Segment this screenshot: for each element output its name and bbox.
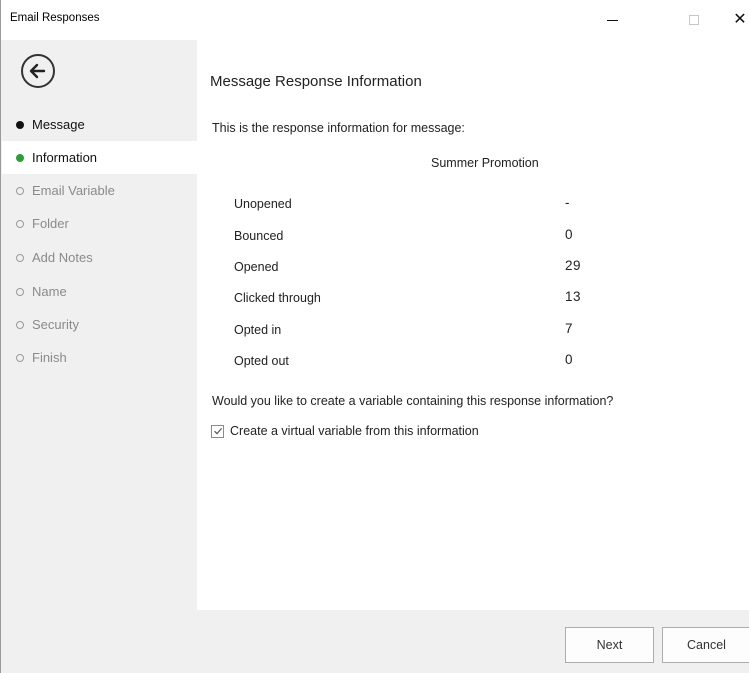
step-pending-bullet xyxy=(16,353,24,362)
stat-value-unopened: - xyxy=(565,195,570,210)
back-button[interactable] xyxy=(21,54,55,88)
checkmark-icon xyxy=(213,428,222,435)
stat-label-clicked-through: Clicked through xyxy=(234,291,321,305)
response-info-panel: Message Response Information This is the… xyxy=(197,40,749,610)
maximize-button[interactable] xyxy=(671,0,717,40)
sidebar-item-label: Information xyxy=(32,150,98,165)
step-pending-bullet xyxy=(16,320,24,329)
maximize-icon xyxy=(689,15,699,25)
stat-label-unopened: Unopened xyxy=(234,197,292,211)
sidebar-item-label: Folder xyxy=(32,216,69,231)
close-button[interactable]: ✕ xyxy=(730,0,749,40)
virtual-variable-option[interactable]: Create a virtual variable from this info… xyxy=(211,424,479,438)
sidebar-item-folder[interactable]: Folder xyxy=(2,207,197,240)
stat-label-opted-out: Opted out xyxy=(234,354,289,368)
stat-label-opened: Opened xyxy=(234,260,279,274)
sidebar-item-label: Email Variable xyxy=(32,183,115,198)
step-pending-bullet xyxy=(16,253,24,262)
stat-label-bounced: Bounced xyxy=(234,229,284,243)
window-title: Email Responses xyxy=(10,12,100,24)
sidebar-item-message[interactable]: Message xyxy=(2,108,197,141)
sidebar-item-security[interactable]: Security xyxy=(2,308,197,341)
minimize-icon xyxy=(606,19,618,21)
sidebar-item-label: Name xyxy=(32,284,67,299)
virtual-variable-label[interactable]: Create a virtual variable from this info… xyxy=(230,424,479,438)
sidebar-item-add-notes[interactable]: Add Notes xyxy=(2,241,197,274)
back-arrow-icon xyxy=(29,63,46,79)
sidebar-item-label: Message xyxy=(32,117,85,132)
cancel-button[interactable]: Cancel xyxy=(662,627,749,663)
stat-value-opened: 29 xyxy=(565,258,582,273)
virtual-variable-checkbox[interactable] xyxy=(211,424,224,438)
intro-text: This is the response information for mes… xyxy=(212,121,465,135)
step-pending-bullet xyxy=(16,287,24,296)
email-responses-window: Email Responses ✕ Message Information Em… xyxy=(0,0,749,673)
stat-value-clicked-through: 13 xyxy=(565,289,582,304)
step-current-bullet xyxy=(16,153,24,162)
sidebar-item-finish[interactable]: Finish xyxy=(2,341,197,374)
stat-value-opted-in: 7 xyxy=(565,321,574,336)
sidebar-item-information[interactable]: Information xyxy=(2,141,197,174)
step-pending-bullet xyxy=(16,219,24,228)
sidebar-item-label: Finish xyxy=(32,350,67,365)
stat-value-opted-out: 0 xyxy=(565,352,574,367)
sidebar-item-email-variable[interactable]: Email Variable xyxy=(2,174,197,207)
minimize-button[interactable] xyxy=(589,0,635,40)
next-button[interactable]: Next xyxy=(565,627,654,663)
page-title: Message Response Information xyxy=(210,73,422,90)
sidebar-item-label: Security xyxy=(32,317,79,332)
sidebar-item-name[interactable]: Name xyxy=(2,275,197,308)
title-bar: Email Responses ✕ xyxy=(1,0,749,40)
create-variable-question: Would you like to create a variable cont… xyxy=(212,394,614,408)
sidebar-item-label: Add Notes xyxy=(32,250,93,265)
step-done-bullet xyxy=(16,120,24,129)
step-pending-bullet xyxy=(16,186,24,195)
message-name: Summer Promotion xyxy=(431,156,539,170)
stat-label-opted-in: Opted in xyxy=(234,323,282,337)
close-icon: ✕ xyxy=(733,11,747,28)
wizard-footer: Next Cancel xyxy=(2,610,749,673)
stat-value-bounced: 0 xyxy=(565,227,574,242)
wizard-step-sidebar: Message Information Email Variable Folde… xyxy=(2,40,197,610)
